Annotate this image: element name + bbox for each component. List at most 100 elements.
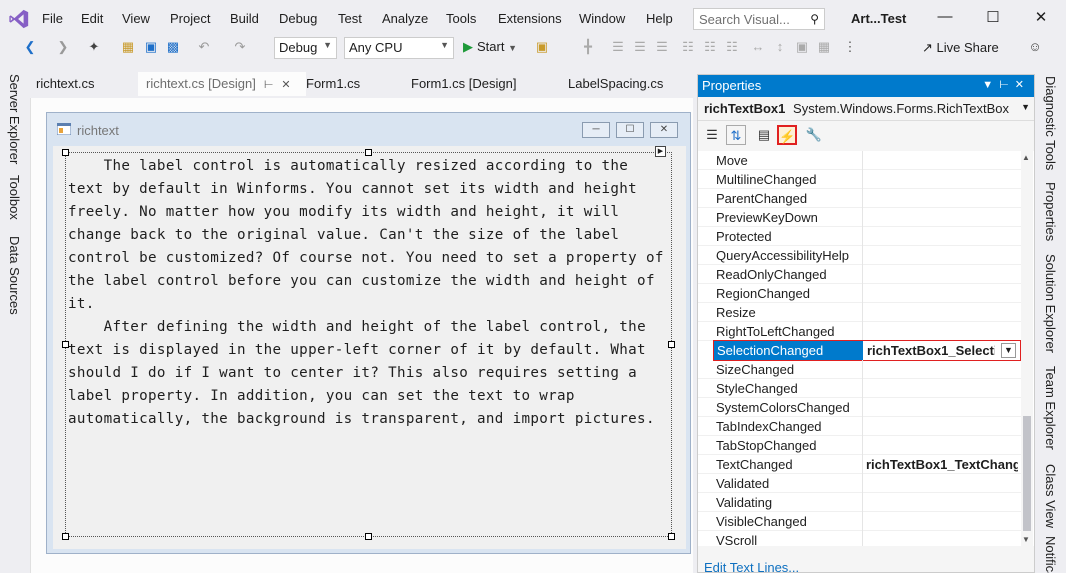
object-selector[interactable]: richTextBox1 System.Windows.Forms.RichTe… bbox=[698, 97, 1034, 121]
menu-build[interactable]: Build bbox=[230, 11, 259, 26]
event-row[interactable]: SelectionChanged richTextBox1_SelectionCh… bbox=[713, 340, 1021, 361]
same-size-icon[interactable]: ▣ bbox=[794, 39, 810, 55]
tab-richtext-design[interactable]: richtext.cs [Design] ⊢ ✕ bbox=[138, 72, 306, 96]
event-handler-value[interactable]: richTextBox1_SelectionChanged bbox=[867, 343, 995, 358]
event-row[interactable]: RegionChanged bbox=[698, 284, 1022, 303]
align-centers-icon[interactable]: ☰ bbox=[632, 39, 648, 55]
open-file-icon[interactable]: ▦ bbox=[120, 39, 136, 55]
event-row[interactable]: VScroll bbox=[698, 531, 1022, 546]
platform-select[interactable]: Any CPU ▼ bbox=[344, 37, 454, 59]
event-row[interactable]: ReadOnlyChanged bbox=[698, 265, 1022, 284]
visual-studio-logo-icon[interactable] bbox=[8, 8, 30, 30]
chevron-down-icon[interactable]: ▼ bbox=[982, 79, 999, 91]
event-row[interactable]: PreviewKeyDown bbox=[698, 208, 1022, 227]
align-grid-icon[interactable]: ╋ bbox=[580, 39, 596, 55]
scroll-up-icon[interactable]: ▲ bbox=[1022, 153, 1030, 162]
align-bottoms-icon[interactable]: ☷ bbox=[724, 39, 740, 55]
align-rights-icon[interactable]: ☰ bbox=[654, 39, 670, 55]
edit-text-lines-link[interactable]: Edit Text Lines... bbox=[704, 560, 799, 573]
tab-richtext-cs[interactable]: richtext.cs bbox=[28, 72, 103, 96]
event-row[interactable]: Protected bbox=[698, 227, 1022, 246]
events-lightning-icon[interactable]: ⚡ bbox=[777, 125, 797, 145]
resize-handle[interactable] bbox=[668, 341, 675, 348]
resize-handle[interactable] bbox=[62, 341, 69, 348]
menu-tools[interactable]: Tools bbox=[446, 11, 476, 26]
event-row[interactable]: Resize bbox=[698, 303, 1022, 322]
menu-view[interactable]: View bbox=[122, 11, 150, 26]
event-handler-value[interactable]: richTextBox1_TextChanged bbox=[866, 457, 1018, 472]
event-row[interactable]: SizeChanged bbox=[698, 360, 1022, 379]
menu-extensions[interactable]: Extensions bbox=[498, 11, 562, 26]
align-tops-icon[interactable]: ☷ bbox=[680, 39, 696, 55]
properties-tab[interactable]: Properties bbox=[1043, 182, 1058, 241]
smart-tag-icon[interactable]: ▶ bbox=[655, 146, 666, 157]
live-share-button[interactable]: ↗ Live Share bbox=[922, 40, 999, 56]
undo-icon[interactable]: ↶ bbox=[196, 39, 212, 55]
menu-project[interactable]: Project bbox=[170, 11, 210, 26]
new-project-icon[interactable]: ✦ bbox=[86, 39, 102, 55]
menu-help[interactable]: Help bbox=[646, 11, 673, 26]
account-icon[interactable]: ☺ bbox=[1027, 39, 1043, 55]
toolbox-tab[interactable]: Toolbox bbox=[7, 175, 22, 220]
same-height-icon[interactable]: ↕ bbox=[772, 39, 788, 55]
resize-handle[interactable] bbox=[62, 533, 69, 540]
tab-form1-cs[interactable]: Form1.cs bbox=[298, 72, 368, 96]
tab-labelspacing-cs[interactable]: LabelSpacing.cs bbox=[560, 72, 671, 96]
notifications-tab[interactable]: Notifications bbox=[1043, 536, 1058, 573]
same-width-icon[interactable]: ↔ bbox=[750, 39, 766, 55]
menu-debug[interactable]: Debug bbox=[279, 11, 317, 26]
navigate-forward-icon[interactable]: ❯ bbox=[55, 39, 71, 55]
event-row[interactable]: StyleChanged bbox=[698, 379, 1022, 398]
search-input[interactable]: Search Visual... ⚲ bbox=[693, 8, 825, 30]
toolbar-overflow-icon[interactable]: ⋮ bbox=[842, 39, 858, 55]
tab-form1-design[interactable]: Form1.cs [Design] bbox=[403, 72, 524, 96]
configuration-select[interactable]: Debug ▼ bbox=[274, 37, 337, 59]
categorized-icon[interactable]: ☰ bbox=[702, 125, 722, 145]
event-row[interactable]: Validated bbox=[698, 474, 1022, 493]
data-sources-tab[interactable]: Data Sources bbox=[7, 236, 22, 315]
event-row[interactable]: MultilineChanged bbox=[698, 170, 1022, 189]
align-lefts-icon[interactable]: ☰ bbox=[610, 39, 626, 55]
menu-analyze[interactable]: Analyze bbox=[382, 11, 428, 26]
class-view-tab[interactable]: Class View bbox=[1043, 464, 1058, 528]
form-minimize-icon[interactable]: ─ bbox=[582, 122, 610, 138]
size-to-grid-icon[interactable]: ▦ bbox=[816, 39, 832, 55]
pin-icon[interactable]: ⊢ bbox=[999, 79, 1015, 91]
menu-test[interactable]: Test bbox=[338, 11, 362, 26]
start-button[interactable]: ▶ Start ▼ bbox=[463, 39, 517, 55]
chevron-down-icon[interactable]: ▼ bbox=[1001, 343, 1016, 358]
solution-explorer-tab[interactable]: Solution Explorer bbox=[1043, 254, 1058, 353]
form-close-icon[interactable]: ✕ bbox=[650, 122, 678, 138]
event-row[interactable]: SystemColorsChanged bbox=[698, 398, 1022, 417]
resize-handle[interactable] bbox=[62, 149, 69, 156]
form-window[interactable]: richtext ─ ☐ ✕ The label control is auto… bbox=[46, 112, 691, 554]
layout-icon[interactable]: ▣ bbox=[534, 39, 550, 55]
resize-handle[interactable] bbox=[365, 533, 372, 540]
server-explorer-tab[interactable]: Server Explorer bbox=[7, 74, 22, 164]
navigate-back-icon[interactable]: ❮ bbox=[22, 39, 38, 55]
team-explorer-tab[interactable]: Team Explorer bbox=[1043, 366, 1058, 450]
redo-icon[interactable]: ↷ bbox=[232, 39, 248, 55]
event-row[interactable]: TabIndexChanged bbox=[698, 417, 1022, 436]
event-row[interactable]: VisibleChanged bbox=[698, 512, 1022, 531]
properties-icon[interactable]: ▤ bbox=[754, 125, 774, 145]
scroll-down-icon[interactable]: ▼ bbox=[1022, 535, 1030, 544]
event-row[interactable]: TabStopChanged bbox=[698, 436, 1022, 455]
grid-scrollbar[interactable]: ▲ ▼ bbox=[1021, 151, 1033, 546]
align-middles-icon[interactable]: ☷ bbox=[702, 39, 718, 55]
menu-window[interactable]: Window bbox=[579, 11, 625, 26]
close-icon[interactable]: ✕ bbox=[1031, 8, 1051, 28]
menu-file[interactable]: File bbox=[42, 11, 63, 26]
event-row[interactable]: Validating bbox=[698, 493, 1022, 512]
form-maximize-icon[interactable]: ☐ bbox=[616, 122, 644, 138]
event-row[interactable]: ParentChanged bbox=[698, 189, 1022, 208]
event-row[interactable]: RightToLeftChanged bbox=[698, 322, 1022, 341]
menu-edit[interactable]: Edit bbox=[81, 11, 103, 26]
minimize-icon[interactable]: — bbox=[935, 8, 955, 28]
resize-handle[interactable] bbox=[668, 533, 675, 540]
scroll-thumb[interactable] bbox=[1023, 416, 1031, 531]
alphabetical-icon[interactable]: ⇅ bbox=[726, 125, 746, 145]
rich-text-box[interactable]: The label control is automatically resiz… bbox=[65, 152, 672, 537]
close-icon[interactable]: ✕ bbox=[1015, 79, 1030, 91]
event-row[interactable]: TextChanged richTextBox1_TextChanged bbox=[698, 455, 1022, 474]
